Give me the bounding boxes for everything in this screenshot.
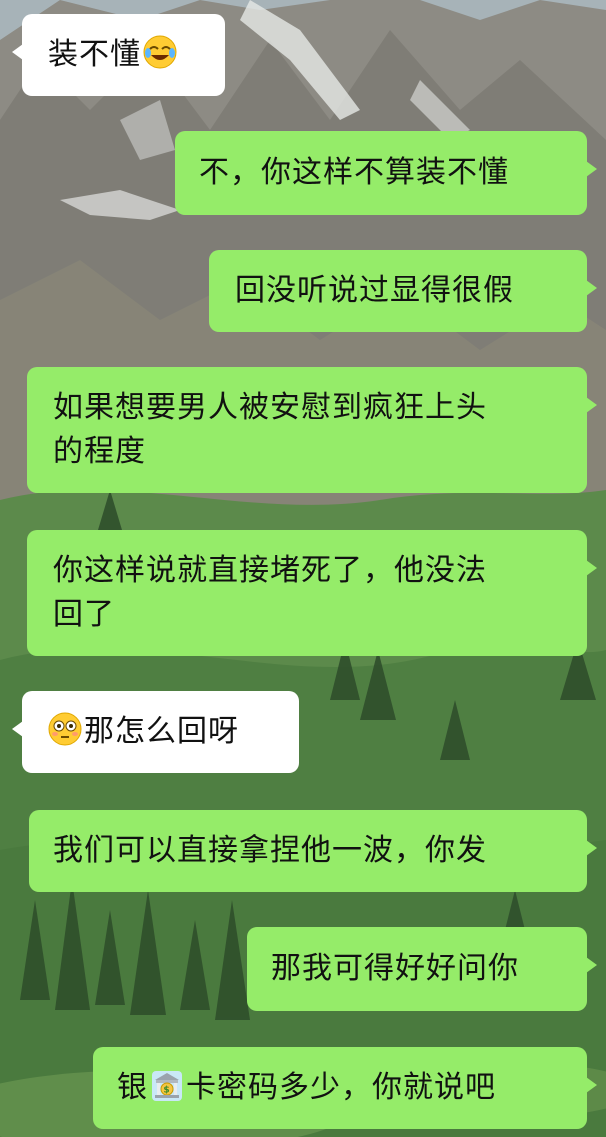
message-text: 我们可以直接拿捏他一波，你发 xyxy=(53,833,487,868)
flushed-face-icon xyxy=(47,711,83,747)
message-bubble-sent[interactable]: 银 $ 卡密码多少，你就说吧 xyxy=(93,1047,597,1129)
message-bubble-received[interactable]: 那怎么回呀 xyxy=(12,691,299,773)
message-text: 不，你这样不算装不懂 xyxy=(199,155,509,190)
message-text: 装不懂 xyxy=(48,37,141,72)
message-text: 那我可得好好问你 xyxy=(271,951,519,986)
message-bubble-sent[interactable]: 回没听说过显得很假 xyxy=(209,250,597,332)
message-text-before: 银 xyxy=(117,1070,148,1105)
face-with-tears-of-joy-icon xyxy=(142,34,178,70)
message-text: 那怎么回呀 xyxy=(84,714,239,749)
message-text-line-2: 的程度 xyxy=(53,434,146,469)
message-bubble-received[interactable]: 装不懂 xyxy=(12,14,225,96)
message-text-line-2: 回了 xyxy=(53,597,115,632)
message-bubble-sent[interactable]: 如果想要男人被安慰到疯狂上头 的程度 xyxy=(27,367,597,493)
bank-icon: $ xyxy=(149,1067,185,1103)
message-text: 回没听说过显得很假 xyxy=(235,273,514,308)
message-bubble-sent[interactable]: 不，你这样不算装不懂 xyxy=(175,131,597,215)
svg-text:$: $ xyxy=(163,1086,170,1096)
message-bubble-sent[interactable]: 我们可以直接拿捏他一波，你发 xyxy=(29,810,597,892)
message-text-line-1: 如果想要男人被安慰到疯狂上头 xyxy=(53,390,487,425)
message-bubble-sent[interactable]: 那我可得好好问你 xyxy=(247,927,597,1011)
message-text-line-1: 你这样说就直接堵死了，他没法 xyxy=(53,553,487,588)
message-bubble-sent[interactable]: 你这样说就直接堵死了，他没法 回了 xyxy=(27,530,597,656)
message-text-after: 卡密码多少，你就说吧 xyxy=(186,1070,496,1105)
